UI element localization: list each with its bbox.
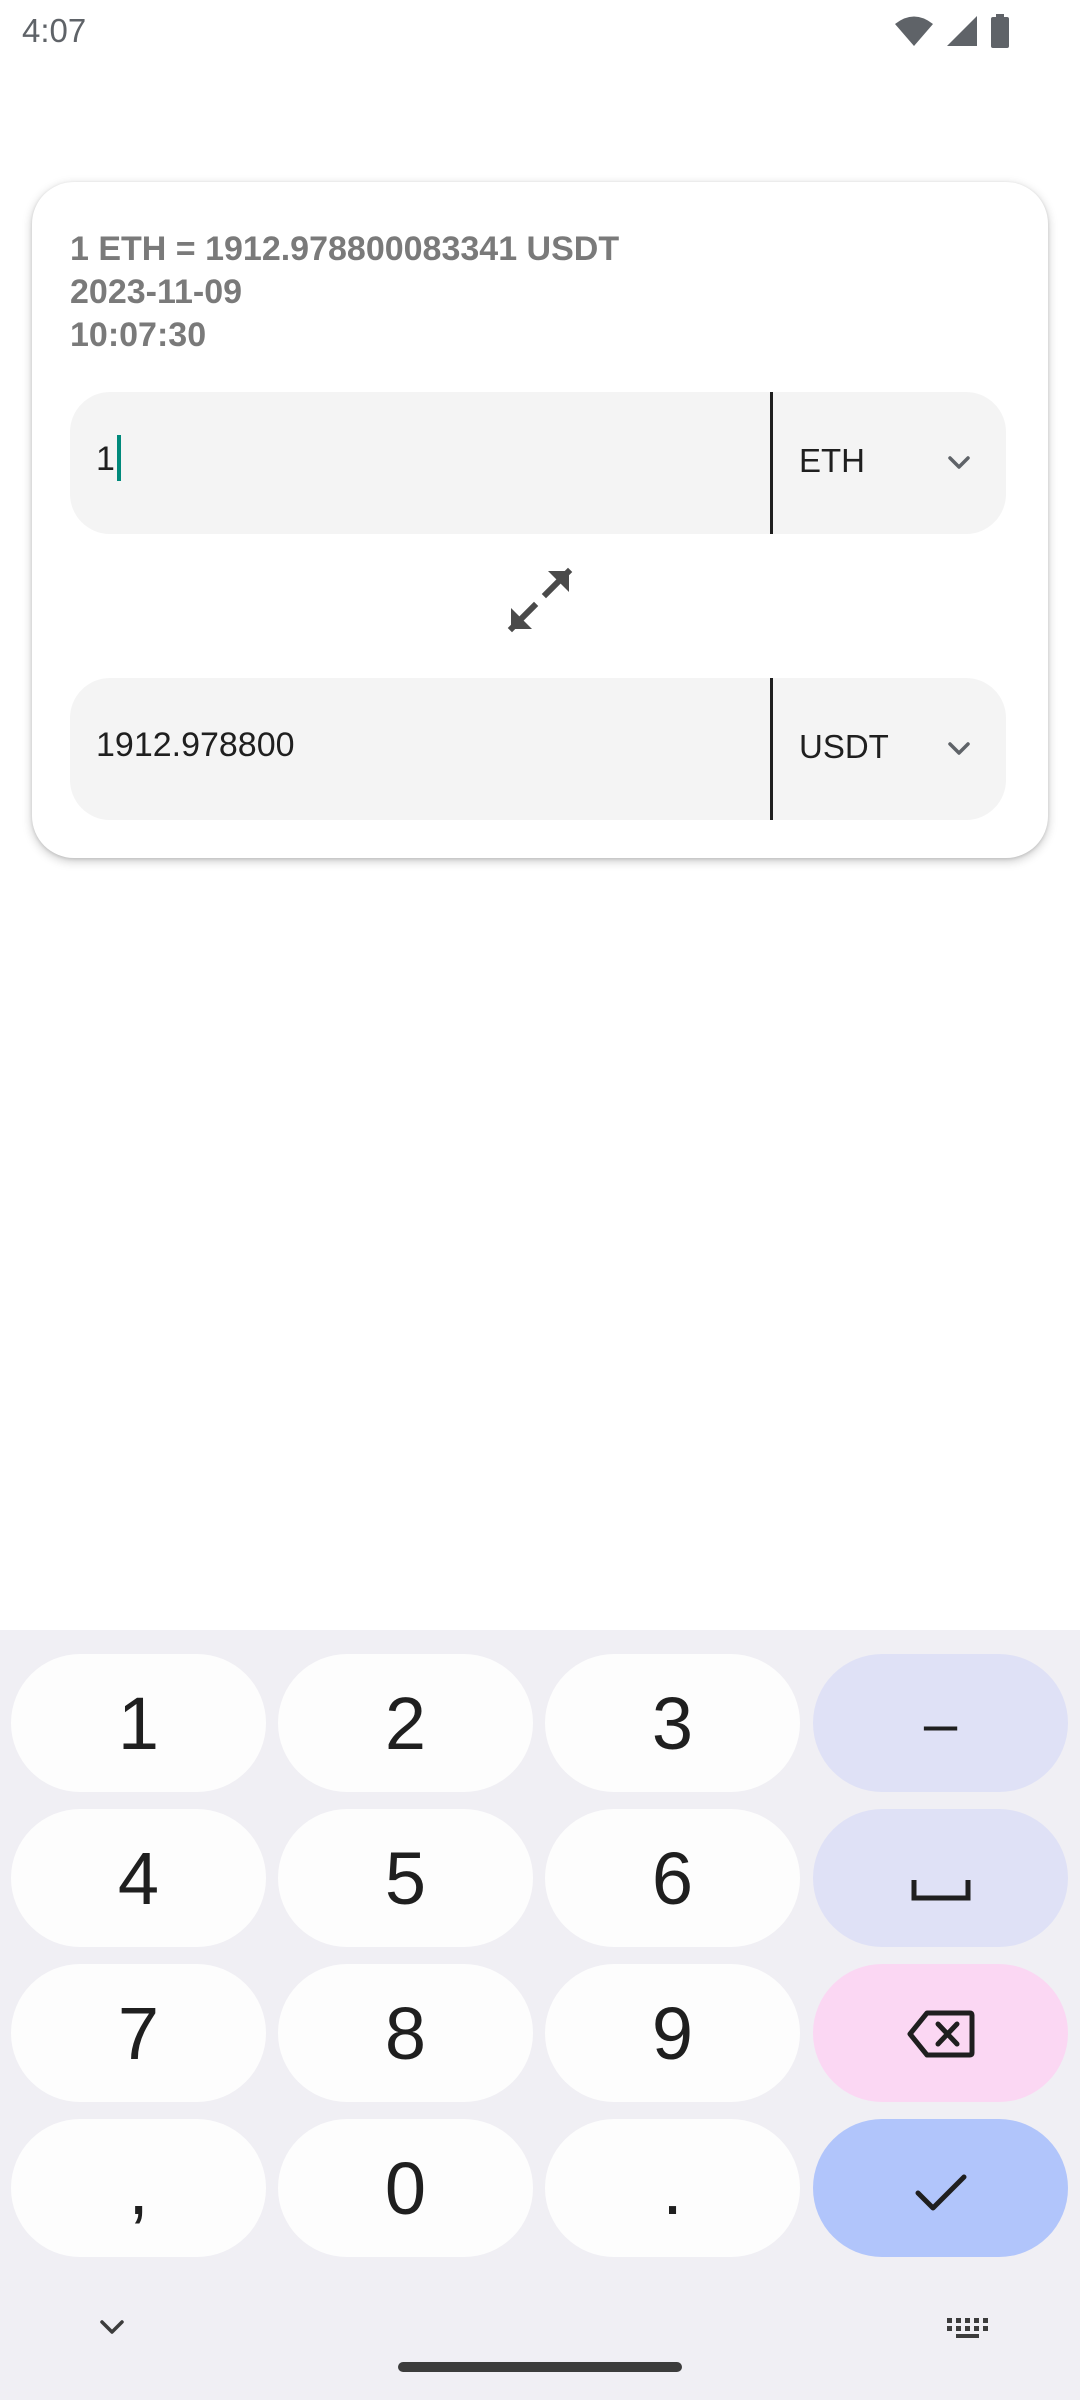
from-amount-row: 1 ETH bbox=[70, 392, 1006, 534]
rate-time: 10:07:30 bbox=[70, 316, 207, 354]
to-currency-label: USDT bbox=[799, 728, 889, 765]
from-currency-select[interactable]: ETH bbox=[773, 392, 1006, 534]
to-amount-value: 1912.978800 bbox=[96, 726, 295, 764]
status-icons bbox=[894, 14, 1010, 53]
status-bar: 4:07 bbox=[0, 0, 1080, 64]
key-7[interactable]: 7 bbox=[11, 1964, 266, 2102]
key-8[interactable]: 8 bbox=[278, 1964, 533, 2102]
rate-info: 1 ETH = 1912.978800083341 USDT 2023-11-0… bbox=[70, 228, 619, 357]
key-1[interactable]: 1 bbox=[11, 1654, 266, 1792]
from-amount-value: 1 bbox=[96, 440, 115, 478]
text-caret bbox=[116, 435, 121, 482]
check-icon bbox=[913, 2146, 969, 2231]
from-currency-label: ETH bbox=[799, 442, 865, 479]
wifi-icon bbox=[894, 15, 934, 52]
rate-line: 1 ETH = 1912.978800083341 USDT bbox=[70, 230, 620, 268]
to-amount-row: 1912.978800 USDT bbox=[70, 678, 1006, 820]
to-currency-select[interactable]: USDT bbox=[773, 678, 1006, 820]
key-done[interactable] bbox=[813, 2119, 1068, 2257]
key-backspace[interactable] bbox=[813, 1964, 1068, 2102]
space-bar-icon bbox=[911, 1836, 971, 1921]
key-6[interactable]: 6 bbox=[545, 1809, 800, 1947]
battery-icon bbox=[990, 14, 1010, 53]
status-time: 4:07 bbox=[22, 12, 87, 49]
signal-icon bbox=[946, 15, 978, 52]
key-comma[interactable]: , bbox=[11, 2119, 266, 2257]
key-minus[interactable]: – bbox=[813, 1654, 1068, 1792]
key-9[interactable]: 9 bbox=[545, 1964, 800, 2102]
backspace-icon bbox=[907, 1991, 975, 2076]
chevron-down-icon bbox=[94, 2320, 130, 2344]
hide-keyboard-button[interactable] bbox=[94, 2314, 130, 2345]
swap-arrows-icon bbox=[502, 567, 578, 642]
key-3[interactable]: 3 bbox=[545, 1654, 800, 1792]
converter-card: 1 ETH = 1912.978800083341 USDT 2023-11-0… bbox=[32, 182, 1048, 858]
key-period[interactable]: . bbox=[545, 2119, 800, 2257]
from-amount-input[interactable]: 1 bbox=[96, 435, 121, 482]
key-0[interactable]: 0 bbox=[278, 2119, 533, 2257]
key-2[interactable]: 2 bbox=[278, 1654, 533, 1792]
home-indicator[interactable] bbox=[398, 2362, 682, 2372]
keyboard-bottom-bar bbox=[0, 2286, 1080, 2400]
swap-button[interactable] bbox=[502, 562, 578, 638]
numeric-keyboard: 1 2 3 – 4 5 6 7 8 9 , 0 . bbox=[0, 1630, 1080, 2400]
chevron-down-icon bbox=[944, 448, 974, 483]
key-4[interactable]: 4 bbox=[11, 1809, 266, 1947]
switch-keyboard-button[interactable] bbox=[946, 2316, 990, 2345]
to-amount-input[interactable]: 1912.978800 bbox=[96, 726, 295, 765]
keyboard-icon bbox=[946, 2318, 990, 2344]
chevron-down-icon bbox=[944, 734, 974, 769]
key-5[interactable]: 5 bbox=[278, 1809, 533, 1947]
key-space[interactable] bbox=[813, 1809, 1068, 1947]
rate-date: 2023-11-09 bbox=[70, 273, 243, 311]
